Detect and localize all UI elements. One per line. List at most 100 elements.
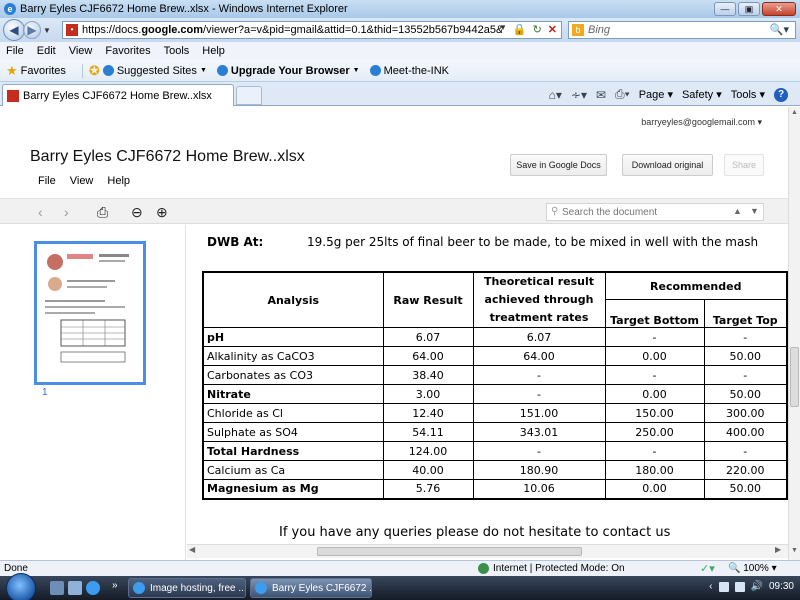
cell-theoretical: - (472, 441, 606, 461)
menu-help[interactable]: Help (202, 45, 225, 57)
search-next-icon[interactable]: ▼ (750, 206, 759, 216)
page-title: Barry Eyles CJF6672 Home Brew..xlsx (30, 148, 305, 165)
page-menu[interactable]: Page ▾ (639, 88, 673, 101)
action-center-icon[interactable] (734, 581, 745, 592)
fav-meet-the-ink[interactable]: Meet-the-INK (369, 65, 449, 77)
clock[interactable]: 09:30 (769, 581, 794, 592)
cell-target-bottom: 150.00 (604, 403, 705, 423)
scroll-down-icon[interactable]: ▼ (791, 547, 798, 554)
download-original-button[interactable]: Download original (622, 154, 713, 176)
search-icon[interactable]: 🔍▾ (770, 23, 789, 36)
menu-favorites[interactable]: Favorites (105, 45, 150, 57)
menu-file[interactable]: File (6, 45, 24, 57)
address-row: ◀ ▶ ▼ • https://docs.google.com/viewer?a… (0, 18, 800, 42)
dwb-label: DWB At: (207, 235, 264, 249)
cell-theoretical: - (472, 384, 606, 404)
network-icon[interactable] (718, 581, 729, 592)
viewer-menu-help[interactable]: Help (107, 175, 130, 187)
print-icon[interactable]: ⎙▾ (615, 87, 630, 102)
menu-edit[interactable]: Edit (37, 45, 56, 57)
menu-bar: File Edit View Favorites Tools Help (0, 42, 800, 60)
address-url[interactable]: https://docs.google.com/viewer?a=v&pid=g… (82, 24, 502, 36)
safety-menu[interactable]: Safety ▾ (682, 88, 722, 101)
tray-expand-icon[interactable]: ‹ (709, 581, 712, 592)
security-zone[interactable]: Internet | Protected Mode: On (478, 563, 625, 574)
favorites-bar: ★ Favorites ✪ Suggested Sites ▼ Upgrade … (0, 60, 800, 82)
tools-menu[interactable]: Tools ▾ (731, 88, 765, 101)
vertical-scroll-thumb[interactable] (790, 347, 799, 407)
next-page-icon[interactable]: › (64, 204, 69, 220)
save-in-google-docs-button[interactable]: Save in Google Docs (510, 154, 607, 176)
restore-button[interactable]: ▣ (738, 2, 760, 16)
favorites-button[interactable]: ★ Favorites (6, 63, 66, 79)
search-previous-icon[interactable]: ▲ (733, 206, 742, 216)
help-icon[interactable]: ? (774, 87, 788, 102)
new-tab-button[interactable] (236, 86, 262, 105)
horizontal-scroll-thumb[interactable] (317, 547, 582, 556)
page-number[interactable]: 1 (42, 387, 48, 398)
zoom-out-icon[interactable]: ⊖ (131, 204, 143, 221)
share-button[interactable]: Share (724, 154, 764, 176)
fav-suggested-sites[interactable]: Suggested Sites ▼ (102, 65, 207, 77)
refresh-icon[interactable]: ↻ (533, 23, 542, 36)
cell-analysis: Sulphate as SO4 (202, 422, 384, 442)
tab-active[interactable]: Barry Eyles CJF6672 Home Brew..xlsx (2, 84, 234, 106)
menu-tools[interactable]: Tools (164, 45, 190, 57)
internet-explorer-icon[interactable] (86, 581, 100, 595)
chevron-down-icon: ▼ (352, 67, 360, 74)
cell-analysis: Carbonates as CO3 (202, 365, 384, 385)
home-icon[interactable]: ⌂▾ (549, 88, 562, 102)
ie-page-icon (133, 582, 145, 594)
ie-page-icon (255, 582, 267, 594)
ie-page-icon (216, 65, 228, 76)
account-menu[interactable]: barryeyles@googlemail.com ▾ (641, 117, 762, 128)
lock-icon[interactable]: 🔒 (513, 23, 527, 36)
document-search[interactable]: ⚲ ▲ ▼ (546, 203, 764, 221)
viewer-menu-file[interactable]: File (38, 175, 56, 187)
menu-view[interactable]: View (69, 45, 93, 57)
forward-button[interactable]: ▶ (23, 21, 41, 39)
cell-raw-result: 38.40 (382, 365, 474, 385)
page-favicon-icon: • (66, 24, 78, 36)
page-thumbnail[interactable] (34, 241, 146, 385)
fav-upgrade-browser[interactable]: Upgrade Your Browser ▼ (216, 65, 360, 77)
print-icon[interactable]: ⎙ (97, 204, 108, 221)
cell-theoretical: 343.01 (472, 422, 606, 442)
stop-icon[interactable]: ✕ (548, 23, 557, 36)
document-search-input[interactable] (562, 205, 732, 219)
scroll-right-icon[interactable]: ▶ (775, 545, 781, 554)
start-button[interactable] (6, 573, 36, 600)
window-title: Barry Eyles CJF6672 Home Brew..xlsx - Wi… (20, 3, 348, 15)
search-box[interactable]: b Bing 🔍▾ (568, 21, 796, 39)
address-bar[interactable]: • https://docs.google.com/viewer?a=v&pid… (62, 21, 562, 39)
mail-icon[interactable]: ✉ (596, 88, 606, 102)
volume-icon[interactable]: 🔊 (751, 581, 763, 592)
cell-analysis: Total Hardness (202, 441, 384, 461)
quick-launch-more-icon[interactable]: » (112, 580, 118, 591)
taskbar-item-barry-eyles[interactable]: Barry Eyles CJF6672 ... (250, 578, 372, 598)
zoom-level[interactable]: 🔍 100% ▾ (728, 563, 777, 574)
back-button[interactable]: ◀ (3, 19, 25, 41)
favorites-star-icon: ★ (6, 62, 18, 78)
scroll-up-icon[interactable]: ▲ (791, 109, 798, 116)
horizontal-scrollbar[interactable]: ◀ ▶ (187, 544, 788, 558)
viewer-menu-view[interactable]: View (70, 175, 94, 187)
recent-pages-dropdown-icon[interactable]: ▼ (43, 26, 51, 35)
zoom-in-icon[interactable]: ⊕ (156, 204, 168, 221)
cell-target-bottom: 0.00 (604, 384, 705, 404)
cell-raw-result: 54.11 (382, 422, 474, 442)
add-favorite-icon[interactable]: ✪ (89, 63, 100, 79)
previous-page-icon[interactable]: ‹ (38, 204, 43, 220)
header-target-top: Target Top (703, 299, 788, 328)
search-placeholder[interactable]: Bing (588, 24, 610, 36)
switch-windows-icon[interactable] (68, 581, 82, 595)
vertical-scrollbar[interactable]: ▲ ▼ (788, 107, 800, 560)
close-window-button[interactable]: ✕ (762, 2, 796, 16)
taskbar-item-image-hosting[interactable]: Image hosting, free ... (128, 578, 246, 598)
feeds-icon[interactable]: ∻▾ (571, 88, 587, 102)
minimize-button[interactable]: — (714, 2, 736, 16)
scroll-left-icon[interactable]: ◀ (189, 545, 195, 554)
address-dropdown-icon[interactable]: ▼ (499, 23, 507, 36)
protected-mode-icon[interactable]: ✓▾ (700, 562, 715, 575)
show-desktop-icon[interactable] (50, 581, 64, 595)
